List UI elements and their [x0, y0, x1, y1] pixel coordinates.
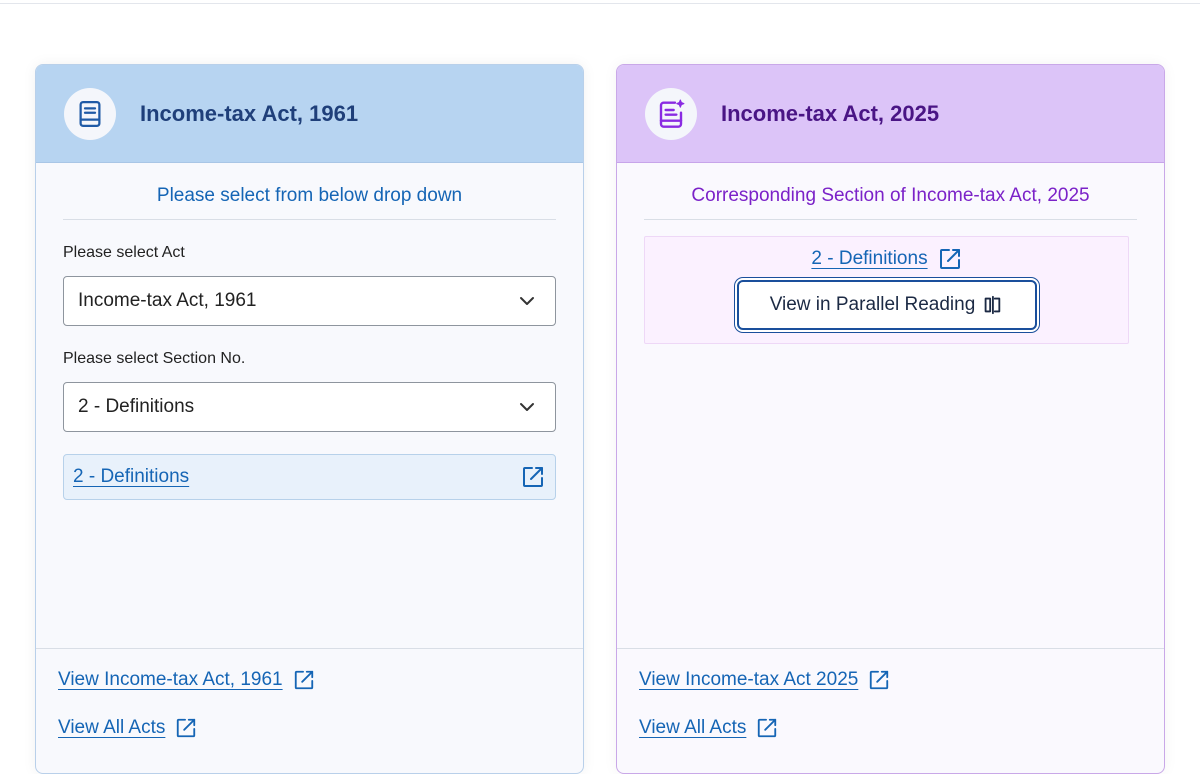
corresponding-section-box: 2 - Definitions View in Parallel Reading: [644, 236, 1129, 344]
view-all-acts-link[interactable]: View All Acts: [639, 717, 778, 739]
external-link-icon[interactable]: [293, 669, 315, 691]
act-1961-card-footer: View Income-tax Act, 1961 View All Acts: [36, 648, 583, 738]
chevron-down-icon: [519, 402, 535, 412]
view-all-acts-link[interactable]: View All Acts: [58, 717, 197, 739]
book-open-icon: [981, 294, 1003, 316]
act-1961-card: Income-tax Act, 1961 Please select from …: [35, 64, 584, 774]
parallel-reading-label: View in Parallel Reading: [769, 294, 976, 315]
book-sparkle-icon: [645, 87, 697, 140]
act-select[interactable]: Income-tax Act, 1961: [63, 276, 556, 326]
view-all-acts-link-text[interactable]: View All Acts: [58, 717, 165, 739]
act-select-label: Please select Act: [63, 244, 185, 261]
act-2025-card-header: Income-tax Act, 2025: [617, 65, 1164, 163]
act-1961-card-title: Income-tax Act, 1961: [140, 100, 359, 126]
act-1961-card-header: Income-tax Act, 1961: [36, 65, 583, 163]
view-act-1961-link[interactable]: View Income-tax Act, 1961: [58, 669, 315, 691]
act-2025-card-title: Income-tax Act, 2025: [721, 100, 940, 126]
act-2025-card-footer: View Income-tax Act 2025 View All Acts: [617, 648, 1164, 738]
act-2025-card: Income-tax Act, 2025 Corresponding Secti…: [616, 64, 1165, 774]
corresponding-section-link[interactable]: 2 - Definitions: [811, 248, 927, 270]
section-result: 2 - Definitions: [63, 454, 556, 500]
select-instruction: Please select from below drop down: [63, 185, 556, 220]
external-link-icon[interactable]: [868, 669, 890, 691]
parallel-reading-button[interactable]: View in Parallel Reading: [736, 280, 1037, 330]
view-all-acts-link-text[interactable]: View All Acts: [639, 717, 746, 739]
section-select-value: 2 - Definitions: [78, 396, 195, 417]
book-icon: [64, 87, 116, 140]
top-divider: [0, 3, 1200, 4]
view-act-1961-link-text[interactable]: View Income-tax Act, 1961: [58, 669, 283, 691]
section-select-label: Please select Section No.: [63, 350, 246, 367]
external-link-icon[interactable]: [756, 717, 778, 739]
external-link-icon[interactable]: [175, 717, 197, 739]
external-link-icon[interactable]: [938, 247, 962, 271]
chevron-down-icon: [519, 296, 535, 306]
view-act-2025-link-text[interactable]: View Income-tax Act 2025: [639, 669, 858, 691]
corresponding-section-heading: Corresponding Section of Income-tax Act,…: [644, 185, 1137, 220]
corresponding-section-row: 2 - Definitions: [811, 247, 961, 271]
act-select-value: Income-tax Act, 1961: [78, 290, 257, 311]
section-result-link[interactable]: 2 - Definitions: [73, 466, 189, 488]
view-act-2025-link[interactable]: View Income-tax Act 2025: [639, 669, 890, 691]
external-link-icon[interactable]: [521, 465, 545, 489]
section-select[interactable]: 2 - Definitions: [63, 382, 556, 432]
